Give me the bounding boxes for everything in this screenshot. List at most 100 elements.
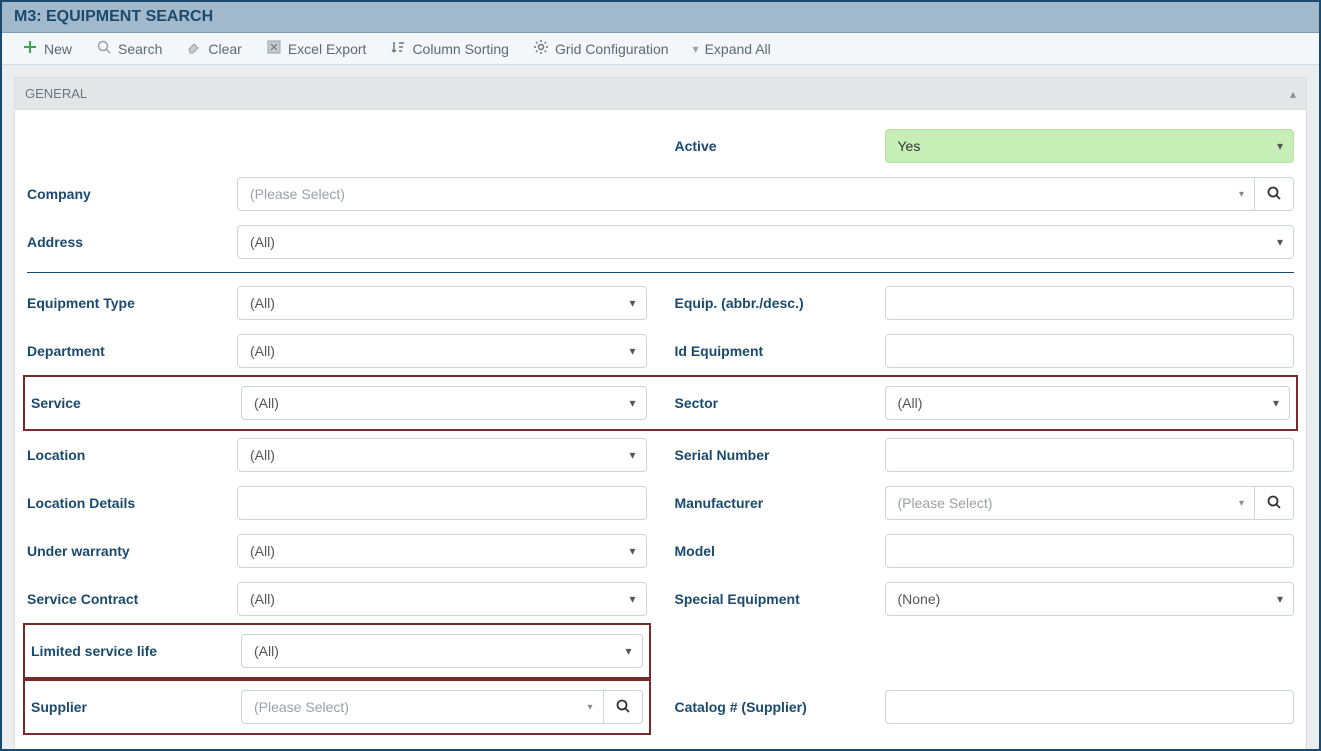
select-location[interactable]: (All) [237, 438, 647, 472]
input-id-equipment[interactable] [885, 334, 1295, 368]
select-service[interactable]: (All) [241, 386, 647, 420]
row-service-contract: Service Contract (All) [23, 575, 651, 623]
body-area: GENERAL ▴ Active Yes Company [2, 65, 1319, 749]
row-service: Service (All) [27, 379, 651, 427]
label-id-equipment: Id Equipment [675, 343, 885, 359]
section-title: GENERAL [25, 86, 87, 101]
section-body-general: Active Yes Company (Please Select) [14, 110, 1307, 749]
eraser-icon [186, 39, 202, 58]
row-department: Department (All) [23, 327, 651, 375]
label-catalog-supplier: Catalog # (Supplier) [675, 699, 885, 715]
form-grid: Active Yes Company (Please Select) [23, 122, 1298, 735]
row-equip-abbr: Equip. (abbr./desc.) [671, 279, 1299, 327]
select-active[interactable]: Yes [885, 129, 1295, 163]
select-department[interactable]: (All) [237, 334, 647, 368]
label-company: Company [27, 186, 237, 202]
label-location: Location [27, 447, 237, 463]
chevron-down-icon: ▾ [693, 42, 699, 56]
search-label: Search [118, 41, 162, 57]
label-under-warranty: Under warranty [27, 543, 237, 559]
combo-manufacturer[interactable]: (Please Select) [885, 486, 1255, 520]
input-model[interactable] [885, 534, 1295, 568]
excel-label: Excel Export [288, 41, 367, 57]
label-serial-number: Serial Number [675, 447, 885, 463]
input-catalog-supplier[interactable] [885, 690, 1295, 724]
select-special-equipment[interactable]: (None) [885, 582, 1295, 616]
row-equipment-type: Equipment Type (All) [23, 279, 651, 327]
row-id-equipment: Id Equipment [671, 327, 1299, 375]
row-special-equipment: Special Equipment (None) [671, 575, 1299, 623]
combo-supplier[interactable]: (Please Select) [241, 690, 603, 724]
app-window: M3: EQUIPMENT SEARCH New Search Clear Ex… [0, 0, 1321, 751]
input-equip-abbr[interactable] [885, 286, 1295, 320]
lookup-supplier-button[interactable] [603, 690, 643, 724]
row-serial-number: Serial Number [671, 431, 1299, 479]
divider [27, 272, 1294, 273]
search-button[interactable]: Search [96, 39, 162, 58]
select-equipment-type[interactable]: (All) [237, 286, 647, 320]
toolbar: New Search Clear Excel Export Column Sor… [2, 33, 1319, 65]
label-model: Model [675, 543, 885, 559]
grid-label: Grid Configuration [555, 41, 669, 57]
label-sector: Sector [675, 395, 885, 411]
row-active: Active Yes [671, 122, 1299, 170]
row-address: Address (All) [23, 218, 1298, 266]
select-under-warranty[interactable]: (All) [237, 534, 647, 568]
clear-label: Clear [208, 41, 241, 57]
label-department: Department [27, 343, 237, 359]
label-equip-abbr: Equip. (abbr./desc.) [675, 295, 885, 311]
excel-icon [266, 39, 282, 58]
select-address[interactable]: (All) [237, 225, 1294, 259]
spacer-row-2 [671, 623, 1299, 679]
highlight-limited-service-life: Limited service life (All) [23, 623, 651, 679]
plus-icon [22, 39, 38, 58]
row-manufacturer: Manufacturer (Please Select) [671, 479, 1299, 527]
select-limited-service-life[interactable]: (All) [241, 634, 643, 668]
label-service-contract: Service Contract [27, 591, 237, 607]
gear-icon [533, 39, 549, 58]
row-catalog-supplier: Catalog # (Supplier) [671, 679, 1299, 735]
lookup-manufacturer-button[interactable] [1254, 486, 1294, 520]
search-icon [1266, 185, 1282, 204]
label-supplier: Supplier [31, 699, 241, 715]
sort-label: Column Sorting [412, 41, 509, 57]
new-button[interactable]: New [22, 39, 72, 58]
label-limited-service-life: Limited service life [31, 643, 241, 659]
expand-all-button[interactable]: ▾ Expand All [693, 41, 771, 57]
label-address: Address [27, 234, 237, 250]
row-under-warranty: Under warranty (All) [23, 527, 651, 575]
select-service-contract[interactable]: (All) [237, 582, 647, 616]
column-sorting-button[interactable]: Column Sorting [390, 39, 509, 58]
highlight-service-sector: Service (All) Sector (All) [23, 375, 1298, 431]
excel-export-button[interactable]: Excel Export [266, 39, 367, 58]
window-title: M3: EQUIPMENT SEARCH [2, 2, 1319, 33]
row-sector: Sector (All) [671, 379, 1295, 427]
clear-button[interactable]: Clear [186, 39, 241, 58]
row-model: Model [671, 527, 1299, 575]
new-label: New [44, 41, 72, 57]
lookup-company-button[interactable] [1254, 177, 1294, 211]
select-sector[interactable]: (All) [885, 386, 1291, 420]
row-supplier: Supplier (Please Select) [27, 683, 647, 731]
label-manufacturer: Manufacturer [675, 495, 885, 511]
sort-icon [390, 39, 406, 58]
label-location-details: Location Details [27, 495, 237, 511]
grid-config-button[interactable]: Grid Configuration [533, 39, 669, 58]
spacer-row [23, 122, 651, 170]
search-icon [615, 698, 631, 717]
label-special-equipment: Special Equipment [675, 591, 885, 607]
section-header-general[interactable]: GENERAL ▴ [14, 77, 1307, 110]
highlight-supplier: Supplier (Please Select) [23, 679, 651, 735]
search-icon [1266, 494, 1282, 513]
input-serial-number[interactable] [885, 438, 1295, 472]
label-service: Service [31, 395, 241, 411]
search-icon [96, 39, 112, 58]
row-limited-service-life: Limited service life (All) [27, 627, 647, 675]
input-location-details[interactable] [237, 486, 647, 520]
title-text: M3: EQUIPMENT SEARCH [14, 8, 213, 25]
row-location: Location (All) [23, 431, 651, 479]
combo-company[interactable]: (Please Select) [237, 177, 1254, 211]
row-location-details: Location Details [23, 479, 651, 527]
row-company: Company (Please Select) [23, 170, 1298, 218]
label-active: Active [675, 138, 885, 154]
